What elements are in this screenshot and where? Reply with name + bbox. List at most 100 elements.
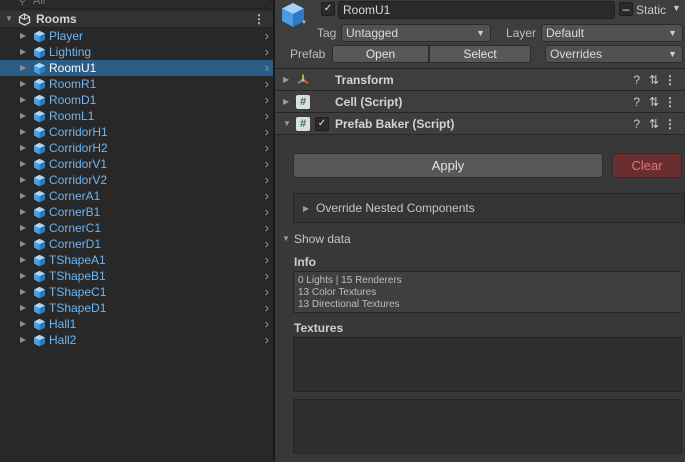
component-transform[interactable]: ▶ Transform ? ⇅ ⋮ xyxy=(275,69,685,91)
active-checkbox[interactable]: ✓ xyxy=(321,2,335,16)
fold-arrow-icon[interactable]: ▶ xyxy=(20,172,26,188)
fold-arrow-icon[interactable]: ▶ xyxy=(20,284,26,300)
fold-arrow-icon[interactable]: ▶ xyxy=(20,44,26,60)
chevron-right-icon[interactable]: › xyxy=(265,172,269,188)
chevron-right-icon[interactable]: › xyxy=(265,124,269,140)
scene-row[interactable]: ▼ Rooms ⋮ xyxy=(0,11,273,28)
hierarchy-item[interactable]: ▶ RoomU1 › xyxy=(0,60,273,76)
prefab-open-button[interactable]: Open xyxy=(332,45,429,63)
fold-arrow-icon[interactable]: ▶ xyxy=(20,268,26,284)
static-checkbox[interactable]: – xyxy=(619,2,633,16)
hierarchy-item[interactable]: ▶ CorridorH1 › xyxy=(0,124,273,140)
hierarchy-item[interactable]: ▶ RoomL1 › xyxy=(0,108,273,124)
overrides-dropdown[interactable]: Overrides ▼ xyxy=(545,45,683,63)
component-cell-script[interactable]: ▶ # Cell (Script) ? ⇅ ⋮ xyxy=(275,91,685,113)
fold-arrow-icon[interactable]: ▶ xyxy=(20,220,26,236)
fold-arrow-expanded-icon[interactable]: ▼ xyxy=(283,113,291,135)
chevron-right-icon[interactable]: › xyxy=(265,92,269,108)
presets-icon[interactable]: ⇅ xyxy=(649,69,659,91)
chevron-right-icon[interactable]: › xyxy=(265,284,269,300)
component-menu-icon[interactable]: ⋮ xyxy=(664,113,676,135)
chevron-right-icon[interactable]: › xyxy=(265,268,269,284)
fold-arrow-icon[interactable]: ▶ xyxy=(20,92,26,108)
static-label[interactable]: Static xyxy=(636,3,666,17)
hierarchy-item[interactable]: ▶ TShapeD1 › xyxy=(0,300,273,316)
help-icon[interactable]: ? xyxy=(633,113,640,135)
hierarchy-item[interactable]: ▶ CorridorV2 › xyxy=(0,172,273,188)
fold-arrow-icon[interactable]: ▶ xyxy=(20,188,26,204)
chevron-right-icon[interactable]: › xyxy=(265,252,269,268)
component-menu-icon[interactable]: ⋮ xyxy=(664,91,676,113)
component-menu-icon[interactable]: ⋮ xyxy=(664,69,676,91)
layer-dropdown[interactable]: Default ▼ xyxy=(541,24,683,42)
hierarchy-item[interactable]: ▶ CorridorH2 › xyxy=(0,140,273,156)
fold-arrow-icon[interactable]: ▶ xyxy=(20,108,26,124)
chevron-right-icon[interactable]: › xyxy=(265,316,269,332)
clear-button[interactable]: Clear xyxy=(612,153,682,178)
chevron-right-icon[interactable]: › xyxy=(265,140,269,156)
hierarchy-item[interactable]: ▶ CorridorV1 › xyxy=(0,156,273,172)
fold-arrow-icon[interactable]: ▶ xyxy=(20,236,26,252)
fold-arrow-icon[interactable]: ▶ xyxy=(20,300,26,316)
tag-dropdown[interactable]: Untagged ▼ xyxy=(341,24,491,42)
static-dropdown-arrow-icon[interactable]: ▼ xyxy=(672,3,681,13)
hierarchy-item[interactable]: ▶ TShapeC1 › xyxy=(0,284,273,300)
hierarchy-item[interactable]: ▶ Lighting › xyxy=(0,44,273,60)
hierarchy-item[interactable]: ▶ Hall2 › xyxy=(0,332,273,348)
hierarchy-item[interactable]: ▶ CornerD1 › xyxy=(0,236,273,252)
gameobject-icon xyxy=(34,334,45,347)
fold-arrow-icon[interactable]: ▶ xyxy=(20,76,26,92)
fold-arrow-icon[interactable]: ▶ xyxy=(20,252,26,268)
chevron-right-icon[interactable]: › xyxy=(265,332,269,348)
chevron-right-icon[interactable]: › xyxy=(265,236,269,252)
chevron-right-icon[interactable]: › xyxy=(265,60,269,76)
component-enabled-checkbox[interactable]: ✓ xyxy=(315,117,329,131)
fold-arrow-icon[interactable]: ▶ xyxy=(20,28,26,44)
chevron-right-icon[interactable]: › xyxy=(265,108,269,124)
scene-menu-icon[interactable]: ⋮ xyxy=(253,11,265,28)
chevron-right-icon[interactable]: › xyxy=(265,76,269,92)
fold-arrow-icon[interactable]: ▶ xyxy=(20,140,26,156)
hierarchy-search-input[interactable]: ⚲ All xyxy=(14,0,270,9)
object-name-field[interactable]: RoomU1 xyxy=(338,1,615,19)
hierarchy-item[interactable]: ▶ TShapeA1 › xyxy=(0,252,273,268)
hierarchy-item[interactable]: ▶ Hall1 › xyxy=(0,316,273,332)
chevron-right-icon[interactable]: › xyxy=(265,220,269,236)
fold-arrow-icon[interactable]: ▶ xyxy=(283,69,289,91)
override-nested-components-foldout[interactable]: ▶ Override Nested Components xyxy=(293,193,685,223)
fold-arrow-icon[interactable]: ▶ xyxy=(20,60,26,76)
tag-label: Tag xyxy=(317,26,337,40)
hierarchy-item[interactable]: ▶ Player › xyxy=(0,28,273,44)
presets-icon[interactable]: ⇅ xyxy=(649,113,659,135)
show-data-arrow-icon[interactable]: ▼ xyxy=(282,232,290,246)
hierarchy-item[interactable]: ▶ CornerC1 › xyxy=(0,220,273,236)
hierarchy-item[interactable]: ▶ RoomR1 › xyxy=(0,76,273,92)
chevron-right-icon[interactable]: › xyxy=(265,28,269,44)
texture-slot[interactable] xyxy=(293,337,682,392)
presets-icon[interactable]: ⇅ xyxy=(649,91,659,113)
icon-picker-arrow-icon[interactable]: ▼ xyxy=(301,20,307,26)
fold-arrow-icon[interactable]: ▶ xyxy=(20,332,26,348)
fold-arrow-icon[interactable]: ▶ xyxy=(20,156,26,172)
help-icon[interactable]: ? xyxy=(633,69,640,91)
hierarchy-item[interactable]: ▶ CornerB1 › xyxy=(0,204,273,220)
fold-arrow-icon[interactable]: ▶ xyxy=(20,204,26,220)
chevron-right-icon[interactable]: › xyxy=(265,156,269,172)
fold-arrow-icon[interactable]: ▶ xyxy=(283,91,289,113)
fold-arrow-icon[interactable]: ▶ xyxy=(20,124,26,140)
hierarchy-item[interactable]: ▶ RoomD1 › xyxy=(0,92,273,108)
prefab-select-button[interactable]: Select xyxy=(429,45,531,63)
show-data-foldout[interactable]: Show data xyxy=(294,232,351,246)
fold-arrow-icon[interactable]: ▶ xyxy=(20,316,26,332)
help-icon[interactable]: ? xyxy=(633,91,640,113)
component-prefab-baker-script[interactable]: ▼ # ✓ Prefab Baker (Script) ? ⇅ ⋮ xyxy=(275,113,685,135)
chevron-right-icon[interactable]: › xyxy=(265,300,269,316)
texture-slot[interactable] xyxy=(293,399,682,454)
chevron-right-icon[interactable]: › xyxy=(265,204,269,220)
hierarchy-item[interactable]: ▶ CornerA1 › xyxy=(0,188,273,204)
chevron-right-icon[interactable]: › xyxy=(265,188,269,204)
scene-fold-arrow-icon[interactable]: ▼ xyxy=(5,11,13,27)
chevron-right-icon[interactable]: › xyxy=(265,44,269,60)
apply-button[interactable]: Apply xyxy=(293,153,603,178)
hierarchy-item[interactable]: ▶ TShapeB1 › xyxy=(0,268,273,284)
